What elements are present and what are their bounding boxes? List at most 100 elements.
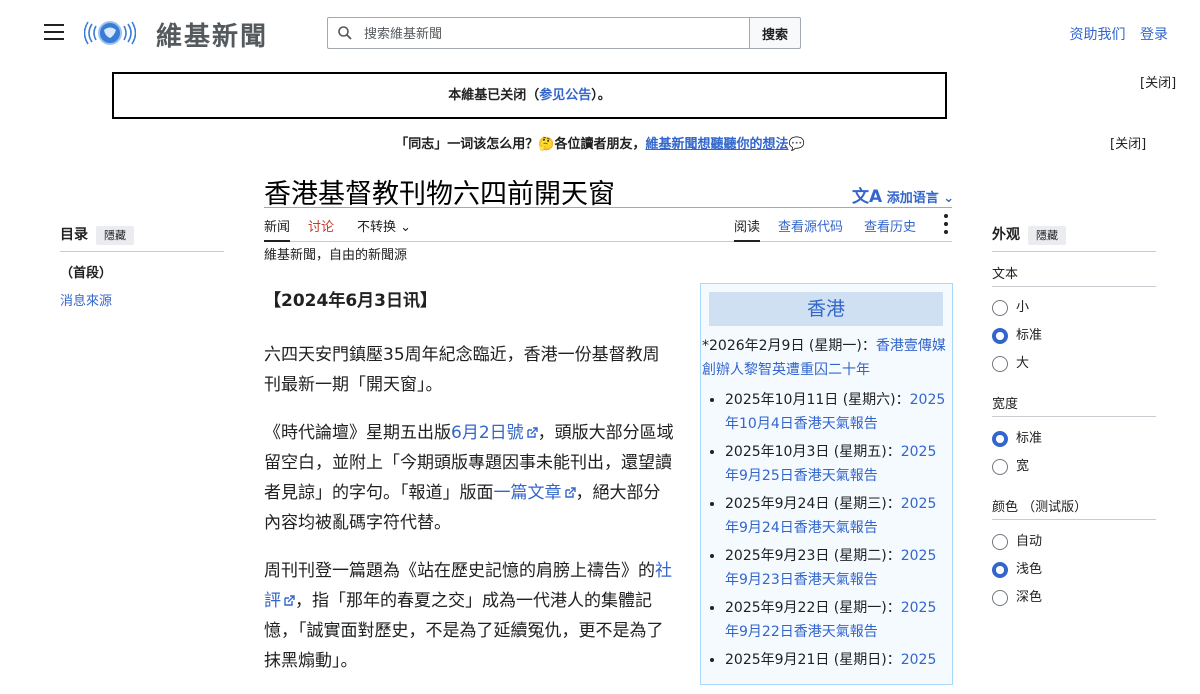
color-auto-option[interactable]: 自动	[992, 533, 1042, 551]
appearance-header: 外观 隱藏	[992, 224, 1066, 245]
radio-button-selected[interactable]	[992, 327, 1008, 344]
tab-view-source[interactable]: 查看源代码	[778, 216, 843, 240]
width-label: 宽度	[992, 397, 1019, 412]
list-item: 2025年9月24日 (星期三)：2025年9月24日香港天氣報告	[725, 492, 947, 540]
external-link-icon	[526, 427, 538, 438]
news-date: 2025年9月24日 (星期三)：	[725, 496, 901, 512]
width-standard-option[interactable]: 标准	[992, 430, 1042, 448]
search-button[interactable]: 搜索	[749, 17, 801, 49]
section-divider	[992, 286, 1156, 287]
sidebox-lead: *2026年2月9日 (星期一)：香港壹傳媒創辦人黎智英遭重囚二十年	[702, 334, 946, 382]
radio-button-selected[interactable]	[992, 430, 1008, 447]
more-actions-icon[interactable]	[944, 214, 948, 238]
option-label: 大	[1016, 356, 1030, 371]
news-date: 2025年9月21日 (星期日)：	[725, 652, 901, 668]
tab-talk[interactable]: 讨论	[308, 216, 334, 240]
news-date: 2025年9月23日 (星期二)：	[725, 548, 901, 564]
translate-icon: 文A	[852, 187, 883, 207]
tab-history[interactable]: 查看历史	[864, 216, 916, 240]
sidebox-title[interactable]: 香港	[709, 292, 943, 326]
paragraph-text: 周刊刊登一篇題為《站在歷史記憶的肩膀上禱告》的	[264, 561, 655, 581]
news-date: *2026年2月9日 (星期一)：	[702, 338, 876, 354]
text-size-label: 文本	[992, 267, 1019, 282]
option-label: 小	[1016, 300, 1030, 315]
survey-banner: 「同志」一词该怎么用？🤔各位讀者朋友，維基新聞想聽聽你的想法💬	[0, 133, 1200, 152]
page-tabs: 新闻 讨论 不转换 ⌄ 阅读 查看源代码 查看历史	[264, 214, 952, 242]
external-link[interactable]: 一篇文章	[494, 483, 562, 503]
dismiss-survey-button[interactable]: [关闭]	[1110, 133, 1146, 152]
list-item: 2025年10月3日 (星期五)：2025年9月25日香港天氣報告	[725, 440, 947, 488]
search-input[interactable]	[362, 22, 746, 46]
radio-button-selected[interactable]	[992, 561, 1008, 578]
wikinews-logo-icon[interactable]	[84, 16, 136, 50]
notice-text-suffix: ）。	[591, 88, 611, 103]
menu-icon-bar	[44, 31, 64, 33]
add-language-button[interactable]: 文A 添加语言 ⌄	[852, 182, 954, 207]
external-link-icon	[564, 487, 576, 498]
radio-button[interactable]	[992, 458, 1008, 475]
search-icon	[338, 26, 352, 40]
list-item: 2025年9月23日 (星期二)：2025年9月23日香港天氣報告	[725, 544, 947, 592]
paragraph: 周刊刊登一篇題為《站在歷史記憶的肩膀上禱告》的社評 ，指「那年的春夏之交」成為一代…	[264, 556, 674, 676]
color-dark-option[interactable]: 深色	[992, 589, 1042, 607]
news-date: 2025年9月22日 (星期一)：	[725, 600, 901, 616]
site-logo-text[interactable]: 維基新聞	[156, 16, 268, 53]
section-divider	[992, 519, 1156, 520]
paragraph-text: 《時代論壇》星期五出版	[264, 423, 451, 443]
search-box[interactable]	[327, 17, 751, 49]
appearance-hide-button[interactable]: 隱藏	[1028, 226, 1066, 245]
toc-item-sources[interactable]: 消息來源	[60, 290, 112, 309]
toc-divider	[60, 251, 224, 252]
login-link[interactable]: 登录	[1140, 27, 1168, 43]
toc-title: 目录	[60, 227, 88, 243]
add-language-label: 添加语言	[886, 191, 939, 206]
survey-link[interactable]: 維基新聞想聽聽你的想法	[645, 137, 788, 152]
tab-article[interactable]: 新闻	[264, 216, 291, 242]
option-label: 标准	[1016, 328, 1043, 343]
page-title: 香港基督教刊物六四前開天窗	[264, 179, 615, 210]
search-form: 搜索	[327, 17, 801, 49]
variant-dropdown[interactable]: 不转换 ⌄	[357, 216, 411, 240]
external-link[interactable]: 6月2日號	[451, 423, 524, 443]
tab-read[interactable]: 阅读	[734, 216, 761, 242]
news-date: 2025年10月3日 (星期五)：	[725, 444, 901, 460]
paragraph-text: ，指「那年的春夏之交」成為一代港人的集體記憶，「誠實面對歷史，不是為了延續冤仇，…	[264, 591, 664, 671]
announcement-link[interactable]: 参见公告	[539, 88, 591, 103]
text-size-large-option[interactable]: 大	[992, 355, 1029, 373]
variant-label: 不转换	[357, 220, 397, 235]
radio-button[interactable]	[992, 355, 1008, 372]
donate-link[interactable]: 资助我们	[1070, 27, 1126, 43]
personal-tools: 资助我们 登录	[1060, 24, 1168, 44]
paragraph: 六四天安門鎮壓35周年紀念臨近，香港一份基督教周刊最新一期「開天窗」。	[264, 340, 674, 400]
dismiss-notice-button[interactable]: [关闭]	[1140, 72, 1176, 91]
width-wide-option[interactable]: 宽	[992, 458, 1029, 476]
color-label: 颜色 （测试版）	[992, 500, 1088, 515]
option-label: 浅色	[1016, 562, 1043, 577]
title-divider	[264, 207, 952, 208]
speech-bubble-icon: 💬	[788, 137, 805, 152]
radio-button[interactable]	[992, 589, 1008, 606]
survey-text: 「同志」一词该怎么用？🤔各位讀者朋友，	[395, 137, 646, 152]
chevron-down-icon: ⌄	[400, 220, 412, 235]
paragraph: 《時代論壇》星期五出版6月2日號 ，頭版大部分區域留空白，並附上「今期頭版專題因事…	[264, 418, 674, 538]
text-size-standard-option[interactable]: 标准	[992, 327, 1042, 345]
chevron-down-icon: ⌄	[943, 191, 955, 206]
dateline: 【2024年6月3日讯】	[264, 291, 437, 311]
main-menu-button[interactable]	[44, 24, 64, 42]
article-body: 【2024年6月3日讯】 六四天安門鎮壓35周年紀念臨近，香港一份基督教周刊最新…	[264, 286, 674, 694]
toc-item-top[interactable]: （首段）	[60, 262, 112, 281]
news-link[interactable]: 2025	[901, 652, 937, 668]
news-date: 2025年10月11日 (星期六)：	[725, 392, 910, 408]
appearance-title: 外观	[992, 227, 1020, 243]
toc-hide-button[interactable]: 隱藏	[96, 226, 134, 245]
option-label: 标准	[1016, 431, 1043, 446]
hong-kong-news-box: 香港 *2026年2月9日 (星期一)：香港壹傳媒創辦人黎智英遭重囚二十年 20…	[700, 283, 953, 685]
text-size-small-option[interactable]: 小	[992, 299, 1029, 317]
radio-button[interactable]	[992, 299, 1008, 316]
site-tagline: 維基新聞，自由的新聞源	[264, 248, 408, 263]
paragraph-text: 六四天安門鎮壓35周年紀念臨近，香港一份基督教周刊最新一期「開天窗」。	[264, 345, 660, 395]
news-list: 2025年10月11日 (星期六)：2025年10月4日香港天氣報告 2025年…	[701, 388, 947, 676]
radio-button[interactable]	[992, 533, 1008, 550]
external-link-icon	[284, 595, 295, 606]
color-light-option[interactable]: 浅色	[992, 561, 1042, 579]
